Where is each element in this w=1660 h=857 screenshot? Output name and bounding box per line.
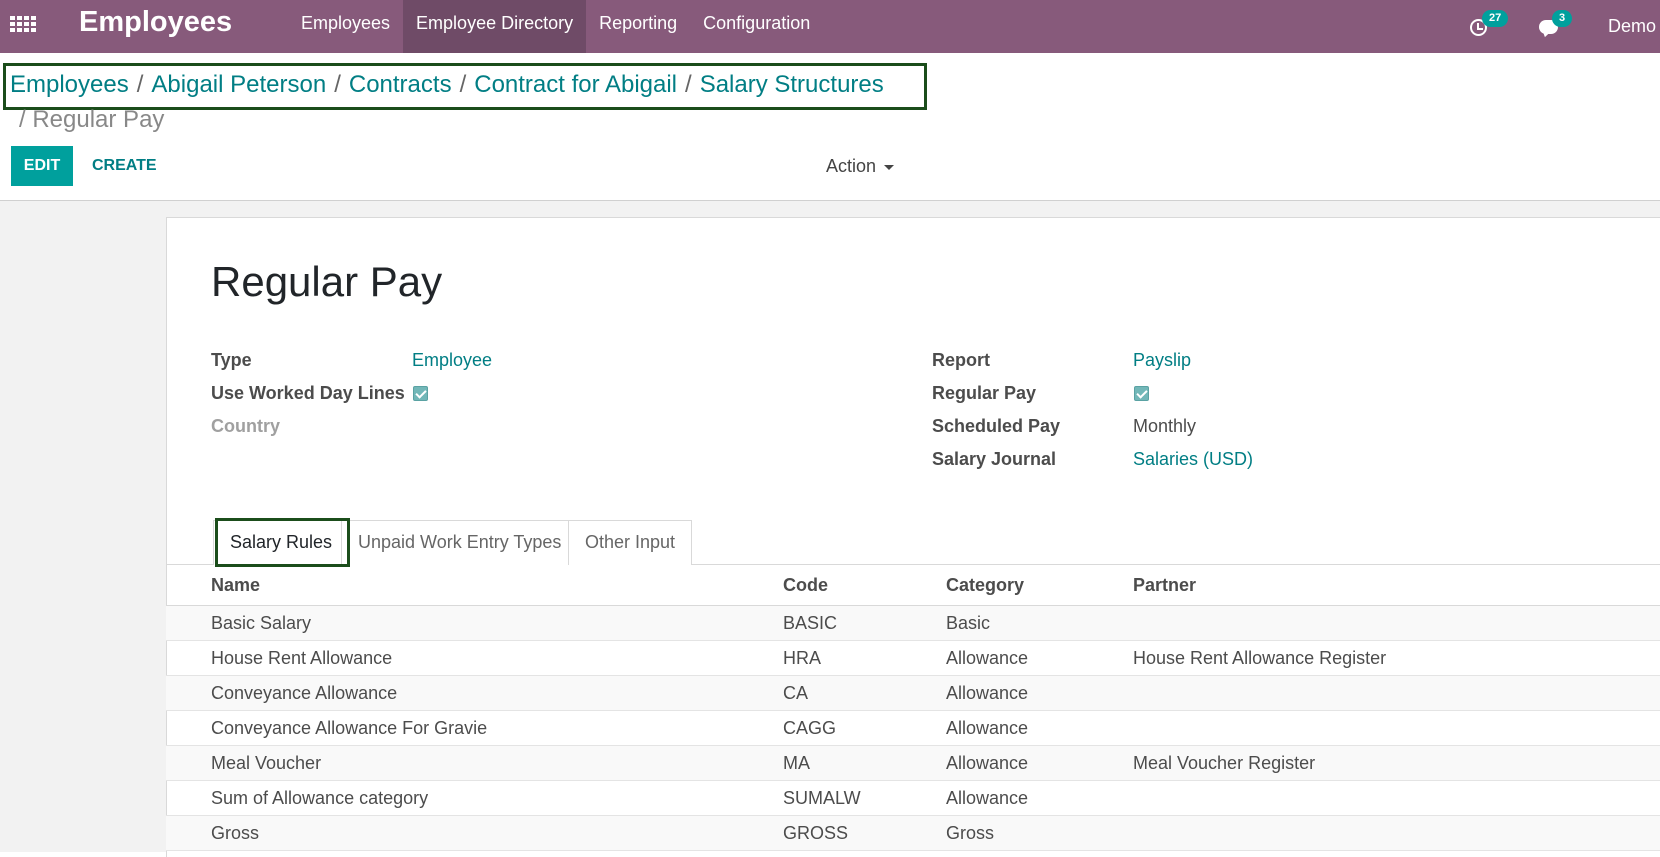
table-row[interactable]: House Rent Allowance HRA Allowance House… (166, 641, 1660, 676)
type-value[interactable]: Employee (412, 350, 492, 371)
table-row[interactable]: Conveyance Allowance CA Allowance (166, 676, 1660, 711)
table-row[interactable]: Sum of Allowance category SUMALW Allowan… (166, 781, 1660, 816)
top-navbar: Employees Employees Employee Directory R… (0, 0, 1660, 53)
apps-menu-icon[interactable] (10, 12, 36, 36)
cell-category: Allowance (946, 648, 1029, 668)
cell-category: Allowance (946, 683, 1029, 703)
table-header: Name Code Category Partner (166, 566, 1660, 606)
breadcrumb-current: / Regular Pay (19, 106, 164, 134)
header-name[interactable]: Name (211, 575, 260, 596)
menu-reporting[interactable]: Reporting (586, 0, 690, 53)
user-menu[interactable]: Demo (1608, 16, 1656, 37)
regular-pay-checkbox[interactable] (1134, 386, 1149, 401)
cell-category: Allowance (946, 718, 1029, 738)
breadcrumb-current-label: Regular Pay (32, 106, 165, 133)
country-label: Country (211, 416, 280, 436)
breadcrumb-employee[interactable]: Abigail Peterson (151, 71, 326, 98)
caret-down-icon (884, 164, 895, 170)
cell-code: CA (783, 683, 809, 703)
main-menu: Employees Employee Directory Reporting C… (288, 0, 823, 53)
cell-partner: House Rent Allowance Register (1133, 648, 1387, 668)
menu-configuration[interactable]: Configuration (690, 0, 823, 53)
cell-code: MA (783, 753, 810, 773)
cell-code: SUMALW (783, 788, 861, 808)
worked-days-label: Use Worked Day Lines (211, 383, 405, 403)
cell-category: Gross (946, 823, 995, 843)
cell-name: House Rent Allowance (211, 648, 393, 668)
table-row[interactable]: Meal Voucher MA Allowance Meal Voucher R… (166, 746, 1660, 781)
edit-button[interactable]: EDIT (11, 146, 73, 186)
journal-label: Salary Journal (932, 449, 1057, 469)
breadcrumb: Employees / Abigail Peterson / Contracts / Con… (10, 71, 884, 99)
table-body: Basic Salary BASIC Basic House Rent Allo… (166, 606, 1660, 851)
salary-rules-table: Name Code Category Partner Basic Salary … (166, 566, 1660, 851)
activities-button[interactable]: 27 (1468, 9, 1509, 38)
cell-category: Allowance (946, 788, 1029, 808)
tab-other-input[interactable]: Other Input (568, 520, 693, 565)
scheduled-pay-label: Scheduled Pay (932, 416, 1061, 436)
cell-code: GROSS (783, 823, 849, 843)
cell-code: CAGG (783, 718, 837, 738)
breadcrumb-contracts[interactable]: Contracts (349, 71, 452, 98)
breadcrumb-salary-structures[interactable]: Salary Structures (700, 71, 884, 98)
cell-name: Conveyance Allowance For Gravie (211, 718, 488, 738)
journal-value[interactable]: Salaries (USD) (1133, 449, 1253, 470)
breadcrumb-separator: / (685, 71, 692, 98)
tab-highlight (215, 518, 350, 567)
breadcrumb-separator: / (19, 106, 26, 133)
record-title: Regular Pay (211, 258, 443, 305)
cell-name: Sum of Allowance category (211, 788, 429, 808)
breadcrumb-contract[interactable]: Contract for Abigail (474, 71, 677, 98)
breadcrumb-separator: / (459, 71, 467, 98)
systray: 27 3 Demo (1468, 0, 1660, 53)
type-label: Type (211, 350, 252, 370)
table-row[interactable]: Conveyance Allowance For Gravie CAGG All… (166, 711, 1660, 746)
cell-category: Basic (946, 613, 991, 633)
scheduled-pay-value: Monthly (1133, 416, 1197, 436)
breadcrumb-employees[interactable]: Employees (10, 71, 129, 98)
messages-badge: 3 (1551, 9, 1573, 27)
report-label: Report (932, 350, 990, 370)
cell-code: BASIC (783, 613, 838, 633)
messages-button[interactable]: 3 (1538, 9, 1573, 38)
activities-badge: 27 (1481, 9, 1509, 27)
action-label: Action (826, 156, 877, 176)
create-button[interactable]: CREATE (92, 146, 157, 186)
header-partner[interactable]: Partner (1133, 575, 1196, 596)
breadcrumb-separator: / (136, 71, 144, 98)
cell-name: Meal Voucher (211, 753, 322, 773)
header-code[interactable]: Code (783, 575, 828, 596)
regular-pay-label: Regular Pay (932, 383, 1037, 403)
action-dropdown[interactable]: Action (826, 146, 895, 186)
menu-employee-directory[interactable]: Employee Directory (403, 0, 587, 53)
tab-unpaid-work-entry-types[interactable]: Unpaid Work Entry Types (341, 520, 579, 565)
app-title[interactable]: Employees (79, 6, 232, 39)
worked-days-checkbox[interactable] (413, 386, 428, 401)
breadcrumb-separator: / (334, 71, 341, 98)
cell-partner: Meal Voucher Register (1133, 753, 1316, 773)
cell-name: Basic Salary (211, 613, 312, 633)
cell-name: Conveyance Allowance (211, 683, 398, 703)
menu-employees[interactable]: Employees (288, 0, 403, 53)
cell-code: HRA (783, 648, 822, 668)
report-value[interactable]: Payslip (1133, 350, 1191, 371)
header-category[interactable]: Category (946, 575, 1024, 596)
table-row[interactable]: Basic Salary BASIC Basic (166, 606, 1660, 641)
cell-name: Gross (211, 823, 260, 843)
table-row[interactable]: Gross GROSS Gross (166, 816, 1660, 851)
cell-category: Allowance (946, 753, 1029, 773)
